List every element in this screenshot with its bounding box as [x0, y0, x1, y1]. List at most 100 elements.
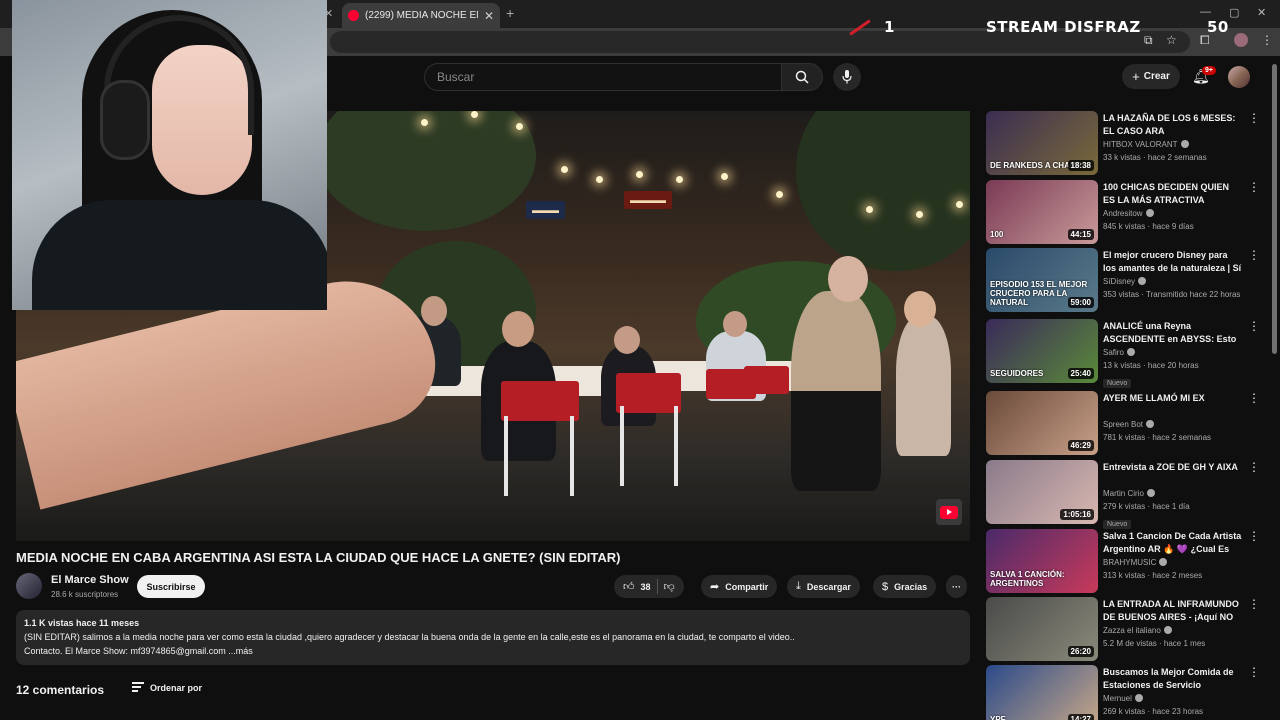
- recommendation-thumbnail[interactable]: YPF 14:27: [986, 665, 1098, 720]
- browser-tab-active[interactable]: (2299) MEDIA NOCHE EN CABA ✕: [342, 3, 500, 28]
- create-button[interactable]: + Crear: [1122, 64, 1180, 89]
- voice-search-button[interactable]: [833, 63, 861, 91]
- share-button[interactable]: ➦ Compartir: [701, 575, 778, 598]
- channel-name[interactable]: El Marce Show: [51, 574, 129, 586]
- thumbnail-text: SEGUIDORES: [990, 369, 1044, 378]
- verified-icon: [1163, 626, 1172, 634]
- more-options-icon[interactable]: ⋮: [1248, 319, 1260, 333]
- maximize-icon[interactable]: ▢: [1229, 6, 1239, 19]
- recommendation-thumbnail[interactable]: SALVA 1 CANCIÓN: ARGENTINOS: [986, 529, 1098, 593]
- recommendation-channel[interactable]: Zazza el italiano: [1103, 624, 1243, 637]
- new-tab-icon[interactable]: +: [506, 5, 514, 21]
- browser-menu-icon[interactable]: ⋮: [1261, 33, 1273, 47]
- verified-icon: [1145, 209, 1154, 217]
- thumbnail-text: 100: [990, 230, 1004, 239]
- verified-icon: [1146, 489, 1155, 497]
- recommendation-meta: 353 vistas · Transmitido hace 22 horas: [1103, 290, 1241, 299]
- more-options-icon[interactable]: ⋮: [1248, 597, 1260, 611]
- recommendation-title[interactable]: AYER ME LLAMÓ MI EX: [1103, 392, 1243, 418]
- recommendation-title[interactable]: LA ENTRADA AL INFRAMUNDO DE BUENOS AIRES…: [1103, 598, 1243, 624]
- more-options-icon[interactable]: ⋮: [1248, 391, 1260, 405]
- recommendation-channel[interactable]: Martin Cirio: [1103, 487, 1243, 500]
- sort-icon: [132, 682, 144, 694]
- recommendation-item[interactable]: SEGUIDORES 25:40 ANALICÉ una Reyna ASCENDE…: [986, 319, 1266, 388]
- subscribe-button[interactable]: Suscribirse: [137, 575, 205, 598]
- recommendation-channel[interactable]: Mernuel: [1103, 692, 1243, 705]
- recommendation-thumbnail[interactable]: 100 44:15: [986, 180, 1098, 244]
- create-label: Crear: [1143, 71, 1170, 82]
- recommendation-channel[interactable]: Safiro: [1103, 346, 1243, 359]
- webcam-overlay: [12, 0, 327, 310]
- recommendation-channel[interactable]: Andresitow: [1103, 207, 1243, 220]
- recommendation-thumbnail[interactable]: 1:05:16: [986, 460, 1098, 524]
- recommendation-meta: 781 k vistas · hace 2 semanas: [1103, 433, 1212, 442]
- video-duration: 25:40: [1067, 368, 1094, 379]
- description-box[interactable]: 1.1 K vistas hace 11 meses (SIN EDITAR) …: [16, 610, 970, 665]
- recommendation-title[interactable]: Buscamos la Mejor Comida de Estaciones d…: [1103, 666, 1243, 692]
- recommendation-meta: 313 k vistas · hace 2 meses: [1103, 571, 1203, 580]
- dislike-icon[interactable]: 👎︎: [664, 580, 675, 593]
- sort-comments-button[interactable]: Ordenar por: [132, 682, 202, 694]
- page-scrollbar[interactable]: [1272, 64, 1277, 354]
- channel-avatar[interactable]: [16, 573, 42, 599]
- more-options-icon[interactable]: ⋮: [1248, 529, 1260, 543]
- more-options-icon[interactable]: ⋮: [1248, 665, 1260, 679]
- recommendation-channel[interactable]: BRAHYMUSIC: [1103, 556, 1243, 569]
- video-title: MEDIA NOCHE EN CABA ARGENTINA ASI ESTA L…: [16, 550, 621, 565]
- tab-close-icon[interactable]: ✕: [484, 9, 494, 23]
- like-count[interactable]: 38: [641, 582, 651, 592]
- recommendation-thumbnail[interactable]: 26:20: [986, 597, 1098, 661]
- recommendation-thumbnail[interactable]: DE RANKEDS A CHAMPI 18:38: [986, 111, 1098, 175]
- recommendation-item[interactable]: EPISODIO 153 EL MEJOR CRUCERO PARA LA NA…: [986, 248, 1266, 312]
- search-icon: [795, 70, 809, 84]
- more-actions-button[interactable]: ···: [946, 575, 967, 598]
- recommendation-channel[interactable]: Spreen Bot: [1103, 418, 1243, 431]
- thanks-button[interactable]: $ Gracias: [873, 575, 937, 598]
- recommendation-channel[interactable]: SíDisney: [1103, 275, 1243, 288]
- profile-avatar[interactable]: [1234, 33, 1248, 47]
- close-window-icon[interactable]: ✕: [1257, 6, 1266, 19]
- recommendation-thumbnail[interactable]: SEGUIDORES 25:40: [986, 319, 1098, 383]
- youtube-logo-icon[interactable]: [936, 499, 962, 525]
- more-options-icon[interactable]: ⋮: [1248, 111, 1260, 125]
- video-duration: 14:27: [1067, 714, 1094, 720]
- account-avatar[interactable]: [1228, 66, 1250, 88]
- recommendation-thumbnail[interactable]: 46:29: [986, 391, 1098, 455]
- download-icon: ⤓: [796, 580, 801, 592]
- like-icon[interactable]: 👍︎: [623, 580, 635, 593]
- recommendation-title[interactable]: El mejor crucero Disney para los amantes…: [1103, 249, 1243, 275]
- recommendation-item[interactable]: 100 44:15 100 CHICAS DECIDEN QUIEN ES LA M…: [986, 180, 1266, 244]
- recommendation-item[interactable]: 26:20 LA ENTRADA AL INFRAMUNDO DE BUENOS …: [986, 597, 1266, 661]
- video-duration: 26:20: [1067, 646, 1094, 657]
- recommendation-thumbnail[interactable]: EPISODIO 153 EL MEJOR CRUCERO PARA LA NA…: [986, 248, 1098, 312]
- verified-icon: [1138, 277, 1147, 285]
- recommendation-title[interactable]: LA HAZAÑA DE LOS 6 MESES: EL CASO ARA: [1103, 112, 1243, 138]
- thumbnail-text: SALVA 1 CANCIÓN: ARGENTINOS: [990, 570, 1065, 588]
- search-button[interactable]: [781, 63, 823, 91]
- video-duration: 59:00: [1067, 297, 1094, 308]
- recommendation-channel[interactable]: HITBOX VALORANT: [1103, 138, 1243, 151]
- recommendation-item[interactable]: DE RANKEDS A CHAMPI 18:38 LA HAZAÑA DE LOS…: [986, 111, 1266, 175]
- recommendation-item[interactable]: 46:29 AYER ME LLAMÓ MI EX Spreen Bot 781 k …: [986, 391, 1266, 455]
- download-button[interactable]: ⤓ Descargar: [787, 575, 860, 598]
- minimize-icon[interactable]: —: [1200, 6, 1211, 18]
- microphone-icon: [842, 70, 852, 84]
- recommendation-title[interactable]: ANALICÉ una Reyna ASCENDENTE en ABYSS: E…: [1103, 320, 1243, 346]
- search-input[interactable]: Buscar: [424, 63, 782, 91]
- video-duration: 1:05:16: [1060, 509, 1094, 520]
- recommendation-title[interactable]: 100 CHICAS DECIDEN QUIEN ES LA MÁS ATRAC…: [1103, 181, 1243, 207]
- recommendation-item[interactable]: 1:05:16 Entrevista a ZOE DE GH Y AIXA Mart…: [986, 460, 1266, 529]
- bookmark-star-icon[interactable]: ☆: [1166, 33, 1177, 47]
- more-options-icon[interactable]: ⋮: [1248, 248, 1260, 262]
- more-options-icon[interactable]: ⋮: [1248, 460, 1260, 474]
- new-badge: Nuevo: [1103, 379, 1132, 388]
- recommendation-item[interactable]: YPF 14:27 Buscamos la Mejor Comida de Esta…: [986, 665, 1266, 720]
- install-icon[interactable]: ⧉: [1144, 33, 1153, 48]
- recommendation-meta: 845 k vistas · hace 9 días: [1103, 222, 1194, 231]
- overlay-right-value: 50: [1207, 18, 1229, 36]
- verified-icon: [1126, 348, 1135, 356]
- recommendation-item[interactable]: SALVA 1 CANCIÓN: ARGENTINOS Salva 1 Canci…: [986, 529, 1266, 593]
- recommendation-title[interactable]: Salva 1 Cancion De Cada Artista Argentin…: [1103, 530, 1243, 556]
- more-options-icon[interactable]: ⋮: [1248, 180, 1260, 194]
- recommendation-title[interactable]: Entrevista a ZOE DE GH Y AIXA: [1103, 461, 1243, 487]
